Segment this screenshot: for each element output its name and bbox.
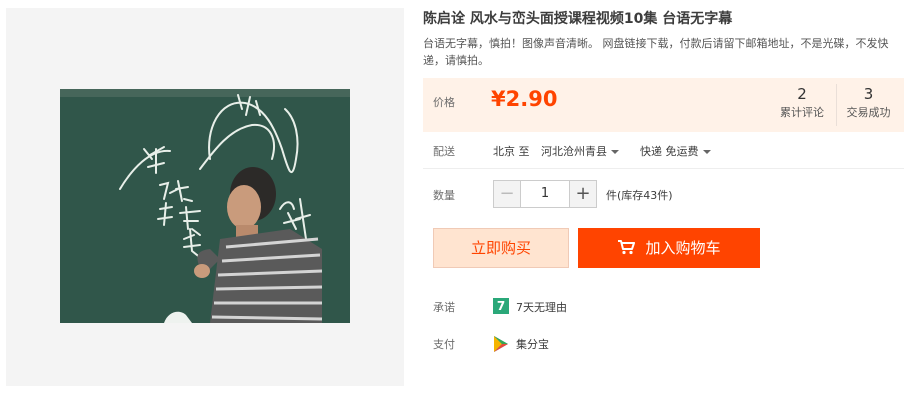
seven-days-icon: 7 [493,298,509,314]
quantity-increase-button[interactable]: + [569,180,597,208]
trades-count: 3 [863,85,874,103]
chevron-down-icon [702,150,711,154]
shipping-label: 配送 [433,145,455,158]
payment-label: 支付 [433,338,455,351]
add-to-cart-button[interactable]: 加入购物车 [578,228,760,268]
reviews-count: 2 [797,85,807,103]
jifenbao-icon [494,336,508,352]
price-panel: 价格 ¥2.90 2 累计评论 3 交易成功 [423,78,904,132]
promise-label: 承诺 [433,301,455,314]
product-image[interactable] [60,89,350,323]
shipping-method-select[interactable]: 快递 免运费 [640,143,711,159]
price-label: 价格 [433,96,455,109]
quantity-stepper: − 1 + [493,180,597,208]
cart-icon [618,240,636,255]
price-value: ¥2.90 [491,87,558,111]
chevron-down-icon [611,150,619,154]
trades-stat: 3 交易成功 [836,84,900,126]
trades-label: 交易成功 [846,106,891,119]
add-to-cart-label: 加入购物车 [645,239,721,257]
product-title: 陈启诠 风水与峦头面授课程视频10集 台语无字幕 [423,11,733,27]
divider [423,168,904,169]
reviews-label: 累计评论 [780,106,824,119]
buy-now-button[interactable]: 立即购买 [433,228,569,268]
product-gallery [6,8,404,386]
shipping-destination-select[interactable]: 河北沧州青县 [541,143,619,159]
shipping-from: 北京 至 [493,145,530,158]
product-photo-illustration [60,89,350,323]
reviews-stat[interactable]: 2 累计评论 [770,84,834,122]
product-subtitle: 台语无字幕，慎拍！图像声音清晰。 网盘链接下载，付款后请留下邮箱地址，不是光碟，… [423,37,889,67]
shipping-destination: 河北沧州青县 [541,145,607,158]
quantity-label: 数量 [433,189,455,202]
stock-text: 件(库存43件) [606,189,673,202]
quantity-input[interactable]: 1 [521,180,569,208]
promise-text[interactable]: 7天无理由 [516,299,567,315]
quantity-decrease-button[interactable]: − [493,180,521,208]
payment-text: 集分宝 [516,338,549,351]
shipping-method: 快递 免运费 [640,145,699,158]
